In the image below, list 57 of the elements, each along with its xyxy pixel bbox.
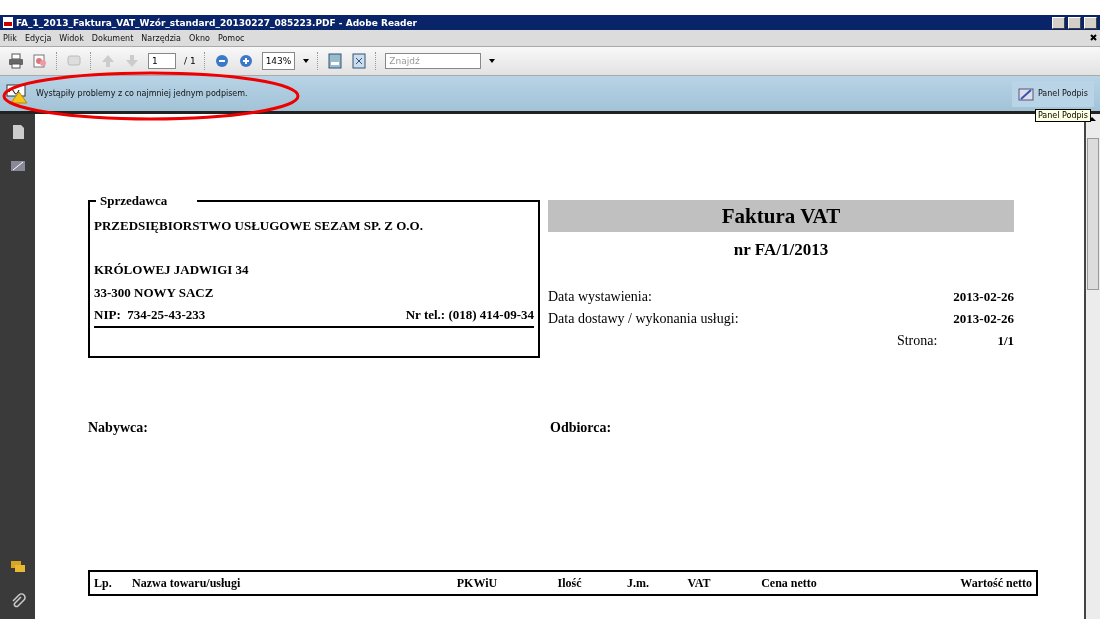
field-value: 2013-02-26 bbox=[953, 288, 1014, 306]
column-header: Nazwa towaru/usługi bbox=[132, 575, 242, 591]
seller-nip: NIP: 734-25-43-233 bbox=[94, 306, 206, 324]
seller-label: Sprzedawca bbox=[96, 193, 198, 209]
page-field[interactable]: 1 bbox=[148, 53, 176, 69]
column-header: J.m. bbox=[626, 575, 650, 591]
column-header: PKWiU bbox=[455, 575, 499, 591]
menu-item[interactable]: Okno bbox=[189, 33, 210, 43]
menu-item[interactable]: Narzędzia bbox=[141, 33, 181, 43]
dropdown-icon[interactable] bbox=[489, 59, 496, 63]
signature-warning: Wystąpiły problemy z co najmniej jednym podpisem. bbox=[36, 89, 249, 98]
scrollbar-thumb[interactable] bbox=[1087, 138, 1099, 290]
fit-page-icon[interactable] bbox=[351, 53, 368, 69]
zoom-out-icon[interactable] bbox=[213, 53, 230, 69]
fit-width-icon[interactable] bbox=[327, 53, 344, 69]
close-icon[interactable] bbox=[1090, 34, 1097, 41]
pdf-icon bbox=[3, 17, 13, 28]
column-header: Cena netto bbox=[760, 575, 818, 591]
seller-city: 33-300 NOWY SACZ bbox=[94, 284, 215, 302]
menu-item[interactable]: Widok bbox=[59, 33, 84, 43]
seller-street: KRÓLOWEJ JADWIGI 34 bbox=[94, 261, 250, 279]
people-icon[interactable] bbox=[32, 53, 48, 69]
signature-panel-button[interactable]: Panel Podpis bbox=[1011, 80, 1094, 107]
search-field[interactable]: Znajdź bbox=[385, 53, 482, 69]
invoice-number: nr FA/1/2013 bbox=[732, 240, 830, 260]
column-header: Ilość bbox=[556, 575, 583, 591]
column-header: Wartość netto bbox=[959, 575, 1032, 591]
pen-icon bbox=[1017, 86, 1034, 101]
field-label: Strona: bbox=[896, 332, 938, 350]
tooltip: Panel Podpis bbox=[1034, 109, 1091, 122]
recipient-label: Odbiorca: bbox=[550, 420, 613, 436]
dropdown-icon[interactable] bbox=[303, 59, 310, 63]
zoom-in-icon[interactable] bbox=[237, 53, 254, 69]
printer-icon[interactable] bbox=[8, 53, 24, 69]
column-header: VAT bbox=[686, 575, 712, 591]
close-button[interactable] bbox=[1084, 16, 1097, 29]
page-count: / 1 bbox=[184, 56, 196, 66]
field-label: Data dostawy / wykonania usługi: bbox=[548, 310, 739, 328]
field-label: Data wystawienia: bbox=[548, 288, 652, 306]
menu-item[interactable]: Edycja bbox=[24, 33, 52, 43]
restore-button[interactable] bbox=[1068, 16, 1081, 29]
buyer-label: Nabywca: bbox=[88, 420, 149, 436]
signature-icon[interactable] bbox=[9, 158, 26, 174]
menu-item[interactable]: Dokument bbox=[91, 33, 134, 43]
seller-phone: Nr tel.: (018) 414-09-34 bbox=[405, 306, 534, 324]
invoice-title: Faktura VAT bbox=[548, 200, 1014, 232]
seller-name: PRZEDSIĘBIORSTWO USŁUGOWE SEZAM SP. Z O.O. bbox=[94, 217, 424, 235]
menu-item[interactable]: Pomoc bbox=[217, 33, 245, 43]
field-value: 2013-02-26 bbox=[953, 310, 1014, 328]
window-title: FA_1_2013_Faktura_VAT_Wzór_standard_20130227_085223.PDF - Adobe Reader bbox=[16, 17, 419, 28]
column-header: Lp. bbox=[94, 575, 113, 591]
signature-warning-icon bbox=[6, 83, 28, 104]
field-value: 1/1 bbox=[997, 332, 1014, 350]
menu-item[interactable]: Plik bbox=[3, 33, 17, 43]
comments-icon[interactable] bbox=[9, 559, 26, 575]
minimize-button[interactable] bbox=[1052, 16, 1065, 29]
zoom-field[interactable]: 143% bbox=[261, 52, 296, 70]
